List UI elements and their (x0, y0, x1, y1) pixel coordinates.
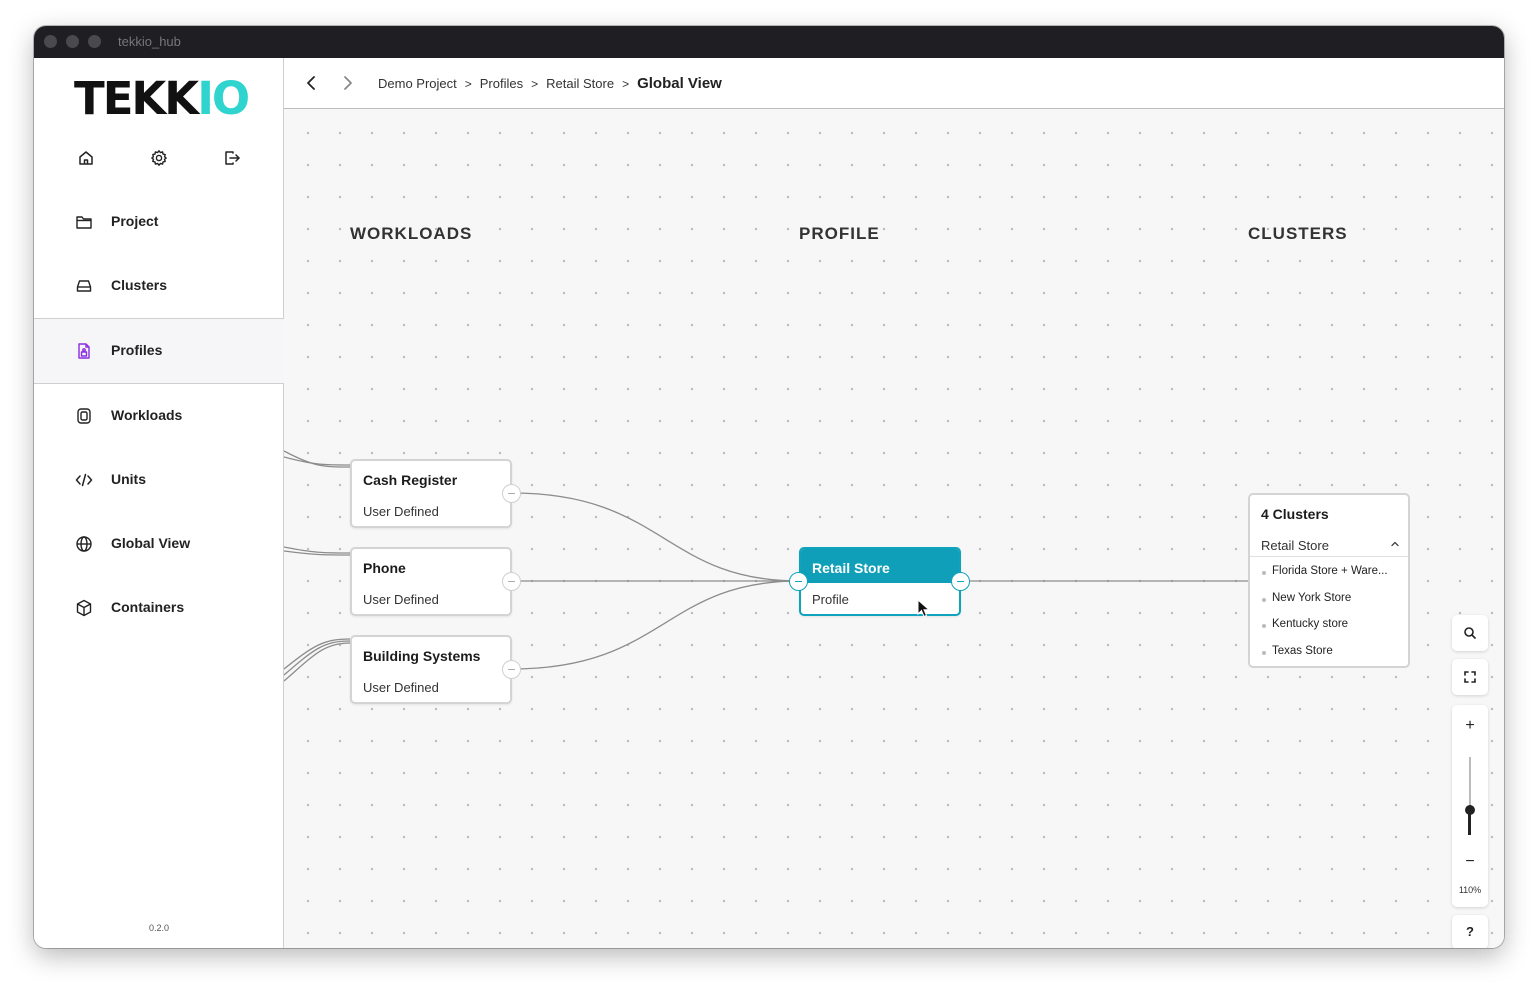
node-title: Cash Register (363, 472, 458, 488)
node-subtitle: User Defined (363, 592, 439, 607)
logo-main-text: TEKK (74, 72, 199, 125)
globe-icon (76, 536, 92, 552)
cluster-list-item[interactable]: Kentucky store (1250, 614, 1408, 641)
edge-cash-register-to-profile (511, 492, 800, 582)
sidebar-item-label: Project (111, 213, 159, 229)
logout-icon[interactable] (222, 148, 242, 168)
search-button[interactable] (1452, 615, 1488, 651)
app-window: tekkio_hub TEKKIO Project Clusters Profi… (34, 26, 1504, 948)
node-title: Building Systems (363, 648, 481, 664)
profile-node-retail-store[interactable]: Retail Store Profile (789, 547, 970, 616)
sidebar: TEKKIO Project Clusters Profiles Workloa… (34, 58, 284, 948)
breadcrumb-item[interactable]: Retail Store (546, 76, 614, 91)
sidebar-item-project[interactable]: Project (34, 190, 284, 254)
code-icon (75, 473, 93, 487)
folder-icon (76, 216, 92, 229)
node-output-handle[interactable] (502, 572, 521, 591)
breadcrumb-item[interactable]: Profiles (480, 76, 523, 91)
node-subtitle: User Defined (363, 680, 439, 695)
edge-building-to-profile (511, 580, 800, 670)
zoom-in-button[interactable]: + (1452, 711, 1488, 741)
node-output-handle[interactable] (502, 660, 521, 679)
gear-icon[interactable] (149, 148, 169, 168)
sidebar-item-workloads[interactable]: Workloads (34, 384, 284, 448)
zoom-slider-thumb[interactable] (1465, 805, 1475, 815)
sidebar-item-profiles[interactable]: Profiles (34, 318, 284, 384)
node-output-handle[interactable] (951, 572, 970, 591)
clusters-list: Florida Store + Ware... New York Store K… (1250, 561, 1408, 667)
back-arrow-icon[interactable] (303, 74, 321, 92)
logo-accent-text: IO (197, 72, 250, 125)
breadcrumb-current: Global View (637, 75, 722, 92)
workloads-icon (77, 408, 91, 424)
clusters-group-dropdown[interactable]: Retail Store (1250, 531, 1408, 557)
sidebar-item-label: Clusters (111, 277, 168, 293)
sidebar-item-clusters[interactable]: Clusters (34, 254, 284, 318)
help-button[interactable]: ? (1452, 915, 1488, 948)
cluster-list-item[interactable]: Florida Store + Ware... (1250, 561, 1408, 588)
breadcrumb-separator-icon: > (622, 76, 630, 91)
fit-view-button[interactable] (1452, 659, 1488, 695)
cluster-list-item[interactable]: Texas Store (1250, 641, 1408, 668)
forward-arrow-icon[interactable] (338, 74, 356, 92)
sidebar-item-global-view[interactable]: Global View (34, 512, 284, 576)
chevron-up-icon (1391, 541, 1399, 547)
clusters-count-title: 4 Clusters (1261, 506, 1329, 522)
breadcrumb: Demo Project > Profiles > Retail Store >… (378, 75, 722, 92)
sidebar-item-containers[interactable]: Containers (34, 576, 284, 640)
node-input-handle[interactable] (789, 572, 808, 591)
sidebar-item-label: Units (111, 471, 146, 487)
graph-canvas[interactable]: WORKLOADS PROFILE CLUSTERS Cash Register… (284, 109, 1504, 948)
sidebar-item-label: Workloads (111, 407, 183, 423)
box-icon (76, 599, 92, 617)
workload-node-building-systems[interactable]: Building Systems User Defined (350, 635, 521, 704)
clusters-node[interactable]: 4 Clusters Retail Store Florida Store + … (1248, 493, 1410, 668)
profile-doc-icon (78, 343, 90, 359)
zoom-control: + − 110% (1452, 705, 1488, 907)
sidebar-item-label: Containers (111, 599, 185, 615)
sidebar-top-icons (34, 148, 284, 168)
fullscreen-icon (1464, 671, 1476, 683)
minimize-window-button[interactable] (66, 35, 79, 48)
edge-incoming-cash-register-2 (284, 456, 351, 466)
workload-node-phone[interactable]: Phone User Defined (350, 547, 521, 616)
workload-node-cash-register[interactable]: Cash Register User Defined (350, 459, 521, 528)
zoom-out-button[interactable]: − (1452, 847, 1488, 877)
top-header: Demo Project > Profiles > Retail Store >… (284, 58, 1504, 109)
breadcrumb-item[interactable]: Demo Project (378, 76, 457, 91)
node-title: Retail Store (812, 560, 890, 576)
sidebar-item-label: Global View (111, 535, 191, 551)
cluster-list-item[interactable]: New York Store (1250, 588, 1408, 615)
tekkio-logo[interactable]: TEKKIO (74, 72, 250, 125)
drive-icon (76, 280, 92, 292)
home-icon[interactable] (76, 148, 96, 168)
mouse-cursor-icon (917, 599, 931, 618)
node-output-handle[interactable] (502, 484, 521, 503)
node-subtitle: User Defined (363, 504, 439, 519)
clusters-group-value: Retail Store (1261, 538, 1329, 553)
zoom-level-readout: 110% (1458, 885, 1482, 895)
window-title: tekkio_hub (118, 34, 181, 49)
app-version: 0.2.0 (148, 923, 170, 933)
search-icon (1464, 627, 1476, 639)
maximize-window-button[interactable] (88, 35, 101, 48)
node-subtitle: Profile (812, 592, 849, 607)
sidebar-item-units[interactable]: Units (34, 448, 284, 512)
breadcrumb-separator-icon: > (531, 76, 539, 91)
node-title: Phone (363, 560, 406, 576)
sidebar-item-label: Profiles (111, 342, 163, 358)
breadcrumb-separator-icon: > (464, 76, 472, 91)
title-bar: tekkio_hub (34, 26, 1504, 58)
close-window-button[interactable] (44, 35, 57, 48)
